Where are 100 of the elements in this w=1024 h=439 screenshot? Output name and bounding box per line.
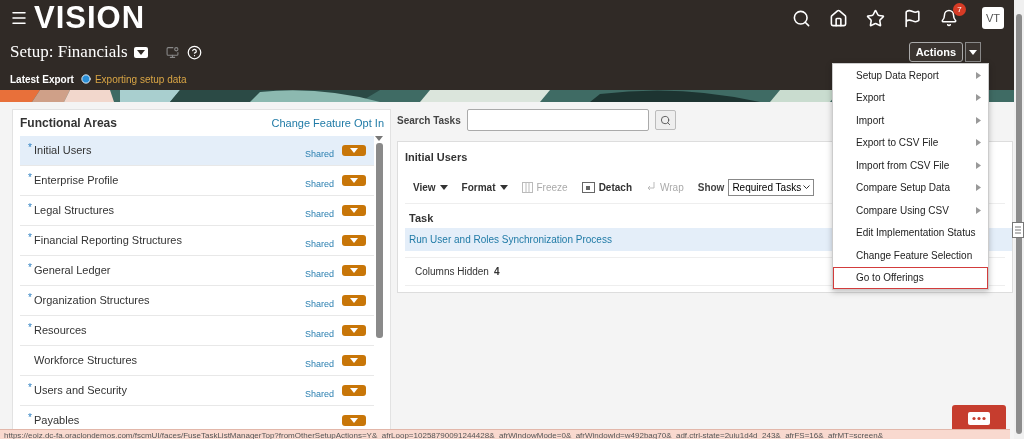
bell-icon[interactable] [940,9,958,27]
columns-hidden-label: Columns Hidden [415,266,489,277]
area-name: Legal Structures [34,204,115,216]
required-marker: * [28,232,33,243]
status-label: Shared [304,179,334,189]
logo: VISION [34,0,146,36]
show-label: Show [697,181,725,193]
menu-icon[interactable] [10,9,28,27]
status-label: Shared [304,149,334,159]
area-name: Financial Reporting Structures [34,234,182,246]
home-icon[interactable] [829,8,848,28]
area-name: General Ledger [34,264,111,276]
actions-button[interactable]: Actions [908,42,963,62]
return-arrow-icon [646,182,656,192]
monitor-icon[interactable] [165,45,179,59]
menu-item[interactable]: Import from CSV File [833,154,988,177]
status-label: Shared [304,329,334,339]
toolbar-button[interactable]: View [413,181,448,193]
menu-item[interactable]: Go to Offerings [833,266,988,289]
caret-icon [969,49,977,55]
submenu-arrow-icon [976,161,981,169]
submenu-arrow-icon [976,206,981,214]
search-label: Search Tasks [397,114,461,126]
page-title: Setup: Financials [10,42,128,62]
area-name: Enterprise Profile [34,174,119,186]
area-menu-button[interactable] [342,175,366,186]
area-name: Initial Users [34,144,92,156]
submenu-arrow-icon [976,71,981,79]
show-select[interactable]: Required Tasks [728,178,815,196]
menu-item[interactable]: Import [833,109,988,132]
menu-item[interactable]: Compare Setup Data [833,176,988,199]
area-name: Organization Structures [34,294,150,306]
caret-icon [350,148,358,153]
required-marker: * [28,172,33,183]
area-name: Payables [34,414,80,426]
caret-icon [350,388,358,393]
toolbar-button[interactable]: Detach [581,181,632,193]
area-menu-button[interactable] [342,265,366,276]
notification-badge: 7 [953,3,966,16]
chat-icon [968,412,990,425]
area-menu-button[interactable] [342,355,366,366]
caret-icon [350,298,358,303]
area-menu-button[interactable] [342,205,366,216]
area-name: Users and Security [34,384,127,396]
required-marker: * [28,202,33,213]
submenu-arrow-icon [976,184,981,192]
caret-icon [499,184,508,190]
flag-icon[interactable] [903,8,922,28]
area-menu-button[interactable] [342,385,366,396]
caret-icon [350,178,358,183]
export-status: Exporting setup data [94,73,187,85]
required-marker: * [28,412,33,423]
required-marker: * [28,142,33,153]
area-menu-button[interactable] [342,415,366,426]
menu-item[interactable]: Setup Data Report [833,64,988,87]
chevron-icon [803,184,811,190]
search-button[interactable] [654,110,676,130]
required-marker: * [28,382,33,393]
toolbar-button[interactable]: Format [461,181,508,193]
submenu-arrow-icon [976,94,981,102]
caret-icon [350,268,358,273]
search-icon [659,114,671,126]
submenu-arrow-icon [976,116,981,124]
required-marker: * [28,292,33,303]
caret-icon [439,184,448,190]
status-label: Shared [304,269,334,279]
search-field[interactable] [466,109,649,131]
list-icon[interactable] [1012,222,1024,238]
change-feature-link[interactable]: Change Feature Opt In [271,117,384,129]
required-marker: * [28,262,33,273]
menu-item[interactable]: Export to CSV File [833,131,988,154]
status-label: Shared [304,299,334,309]
page-scrollbar[interactable] [1016,14,1022,434]
dropdown-button[interactable] [133,46,148,58]
menu-item[interactable]: Export [833,86,988,109]
status-label: Shared [304,239,334,249]
area-menu-button[interactable] [342,235,366,246]
status-label: Shared [304,359,334,369]
user-avatar[interactable]: VT [982,7,1004,29]
status-label: Shared [304,209,334,219]
chat-button[interactable] [952,405,1006,429]
area-menu-button[interactable] [342,145,366,156]
window-icon [581,181,595,193]
star-icon[interactable] [866,8,885,28]
help-icon[interactable] [186,44,202,60]
status-label: Shared [304,389,334,399]
submenu-arrow-icon [976,139,981,147]
card-title: Initial Users [405,151,469,163]
actions-dropdown-button[interactable] [965,42,981,62]
search-icon[interactable] [792,8,811,28]
caret-icon [350,208,358,213]
area-name: Workforce Structures [34,354,138,366]
caret-icon [350,418,358,423]
caret-icon [136,49,145,55]
caret-icon [350,358,358,363]
functional-area-row[interactable]: * Initial Users Shared [20,136,374,166]
panel-title: Functional Areas [20,116,117,130]
area-menu-button[interactable] [342,325,366,336]
area-menu-button[interactable] [342,295,366,306]
columns-icon [521,181,533,193]
